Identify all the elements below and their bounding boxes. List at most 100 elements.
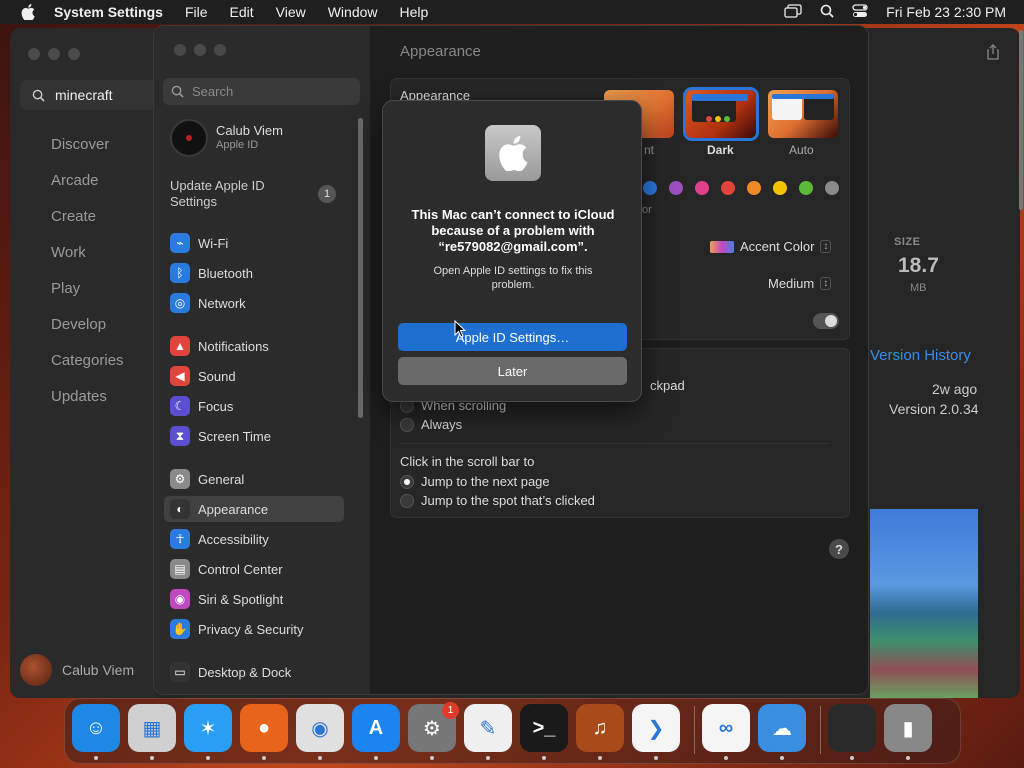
menu-edit[interactable]: Edit bbox=[230, 4, 254, 20]
accent-color-swatch[interactable] bbox=[773, 181, 787, 195]
sidebar-item-label: Screen Time bbox=[198, 428, 271, 444]
accent-color-swatch[interactable] bbox=[695, 181, 709, 195]
stepper-arrows-icon: ↕ bbox=[820, 240, 832, 253]
sidebar-item-bluetooth[interactable]: ᛒ Bluetooth bbox=[170, 260, 344, 286]
clock[interactable]: Fri Feb 23 2:30 PM bbox=[886, 4, 1006, 20]
accent-color-swatch[interactable] bbox=[721, 181, 735, 195]
click-option-next-page[interactable]: Jump to the next page bbox=[400, 474, 550, 489]
click-option-spot-clicked[interactable]: Jump to the spot that’s clicked bbox=[400, 493, 595, 508]
nav-arcade[interactable]: Arcade bbox=[51, 172, 99, 189]
control-center-icon[interactable] bbox=[852, 3, 868, 21]
sidebar-item-privacy-security[interactable]: ✋ Privacy & Security bbox=[170, 616, 344, 642]
nav-develop[interactable]: Develop bbox=[51, 316, 106, 333]
sidebar-item-control-center[interactable]: ▤ Control Center bbox=[170, 556, 344, 582]
app-store-account[interactable]: Calub Viem bbox=[20, 654, 134, 686]
app-store-search-field[interactable]: minecraft bbox=[20, 80, 160, 110]
minimize-button[interactable] bbox=[48, 48, 60, 60]
sidebar-item-focus[interactable]: ☾ Focus bbox=[170, 393, 344, 419]
highlight-color-popup[interactable]: Accent Color ↕ bbox=[710, 239, 832, 254]
wallpaper-tinting-toggle[interactable] bbox=[813, 313, 839, 329]
dock-textedit-icon[interactable]: ✎ bbox=[464, 704, 512, 752]
radio[interactable] bbox=[400, 417, 414, 432]
help-button[interactable]: ? bbox=[829, 539, 849, 559]
settings-traffic-lights bbox=[174, 44, 226, 56]
zoom-button[interactable] bbox=[214, 44, 226, 56]
nav-categories[interactable]: Categories bbox=[51, 352, 124, 369]
size-value: 18.7 bbox=[898, 254, 939, 277]
sidebar-item-accessibility[interactable]: ☥ Accessibility bbox=[170, 526, 344, 552]
sidebar-item-notifications[interactable]: ▲ Notifications bbox=[170, 333, 344, 359]
nav-create[interactable]: Create bbox=[51, 208, 96, 225]
apple-id-settings-button[interactable]: Apple ID Settings… bbox=[398, 323, 627, 351]
dock-garageband-icon[interactable]: ♫ bbox=[576, 704, 624, 752]
dock-firefox-icon[interactable]: ● bbox=[240, 704, 288, 752]
dock-chrome-icon[interactable]: ◉ bbox=[296, 704, 344, 752]
apple-menu-icon[interactable] bbox=[18, 2, 38, 22]
sidebar-scrollbar[interactable] bbox=[358, 118, 363, 418]
accent-color-swatch[interactable] bbox=[799, 181, 813, 195]
apple-logo-icon bbox=[485, 125, 541, 181]
sidebar-item-wi-fi[interactable]: ⌁ Wi-Fi bbox=[170, 230, 344, 256]
dock-weather-icon[interactable]: ☁ bbox=[758, 704, 806, 752]
theme-dark-thumbnail[interactable] bbox=[686, 90, 756, 138]
nav-play[interactable]: Play bbox=[51, 280, 80, 297]
speaker-icon: ◀ bbox=[170, 366, 190, 386]
sidebar-item-screen-time[interactable]: ⧗ Screen Time bbox=[170, 423, 344, 449]
sidebar-item-general[interactable]: ⚙ General bbox=[170, 466, 344, 492]
dock-separator bbox=[694, 706, 695, 754]
screen-mirror-icon[interactable] bbox=[784, 3, 802, 21]
close-button[interactable] bbox=[174, 44, 186, 56]
settings-search-field[interactable]: Search bbox=[163, 78, 360, 105]
accent-color-swatch[interactable] bbox=[669, 181, 683, 195]
minecraft-screenshot[interactable] bbox=[870, 509, 978, 698]
minimize-button[interactable] bbox=[194, 44, 206, 56]
sidebar-item-sound[interactable]: ◀ Sound bbox=[170, 363, 344, 389]
sidebar-item-desktop-dock[interactable]: ▭ Desktop & Dock bbox=[170, 659, 344, 685]
nav-discover[interactable]: Discover bbox=[51, 136, 109, 153]
dock-visual-studio-icon[interactable]: ∞ bbox=[702, 704, 750, 752]
later-button[interactable]: Later bbox=[398, 357, 627, 385]
menu-window[interactable]: Window bbox=[328, 4, 378, 20]
sidebar-item-network[interactable]: ◎ Network bbox=[170, 290, 344, 316]
sidebar-item-label: Wi-Fi bbox=[198, 235, 229, 251]
theme-auto-thumbnail[interactable] bbox=[768, 90, 838, 138]
scroll-option-always[interactable]: Always bbox=[400, 417, 462, 432]
icloud-error-dialog: This Mac can’t connect to iCloud because… bbox=[382, 100, 642, 402]
version-history-link[interactable]: Version History bbox=[870, 347, 971, 364]
radio-selected[interactable] bbox=[400, 474, 414, 489]
dock-trash-icon[interactable]: ▮ bbox=[884, 704, 932, 752]
close-button[interactable] bbox=[28, 48, 40, 60]
menu-view[interactable]: View bbox=[276, 4, 306, 20]
apple-id-name[interactable]: Calub Viem bbox=[216, 123, 283, 138]
update-apple-id-settings[interactable]: Update Apple ID Settings bbox=[170, 178, 310, 210]
spotlight-search-icon[interactable] bbox=[820, 4, 834, 21]
hourglass-icon: ⧗ bbox=[170, 426, 190, 446]
mouse-cursor-icon bbox=[454, 319, 467, 341]
app-menu[interactable]: System Settings bbox=[54, 4, 163, 20]
dock-minimized-window-icon[interactable] bbox=[828, 704, 876, 752]
sidebar-item-siri-spotlight[interactable]: ◉ Siri & Spotlight bbox=[170, 586, 344, 612]
dock-vscode-icon[interactable]: ❯ bbox=[632, 704, 680, 752]
dock-launchpad-icon[interactable]: ▦ bbox=[128, 704, 176, 752]
menu-help[interactable]: Help bbox=[400, 4, 429, 20]
accent-color-swatch[interactable] bbox=[825, 181, 839, 195]
share-icon[interactable] bbox=[986, 44, 1002, 62]
apple-id-avatar[interactable] bbox=[170, 119, 208, 157]
sidebar-item-label: Focus bbox=[198, 398, 234, 414]
dock-finder-icon[interactable]: ☺ bbox=[72, 704, 120, 752]
zoom-button[interactable] bbox=[68, 48, 80, 60]
dock-safari-icon[interactable]: ✶ bbox=[184, 704, 232, 752]
dock-app-store-icon[interactable]: A bbox=[352, 704, 400, 752]
nav-work[interactable]: Work bbox=[51, 244, 86, 261]
accent-color-swatch[interactable] bbox=[643, 181, 657, 195]
dock-terminal-icon[interactable]: >_ bbox=[520, 704, 568, 752]
radio[interactable] bbox=[400, 493, 414, 508]
menu-file[interactable]: File bbox=[185, 4, 208, 20]
sidebar-icon-size-popup[interactable]: Medium ↕ bbox=[768, 276, 832, 291]
dock-running-indicator bbox=[150, 756, 154, 760]
dock-running-indicator bbox=[486, 756, 490, 760]
nav-updates[interactable]: Updates bbox=[51, 388, 107, 405]
desktop-scrollbar[interactable] bbox=[1019, 30, 1023, 210]
accent-color-swatch[interactable] bbox=[747, 181, 761, 195]
sidebar-item-appearance[interactable]: ◐ Appearance bbox=[164, 496, 344, 522]
